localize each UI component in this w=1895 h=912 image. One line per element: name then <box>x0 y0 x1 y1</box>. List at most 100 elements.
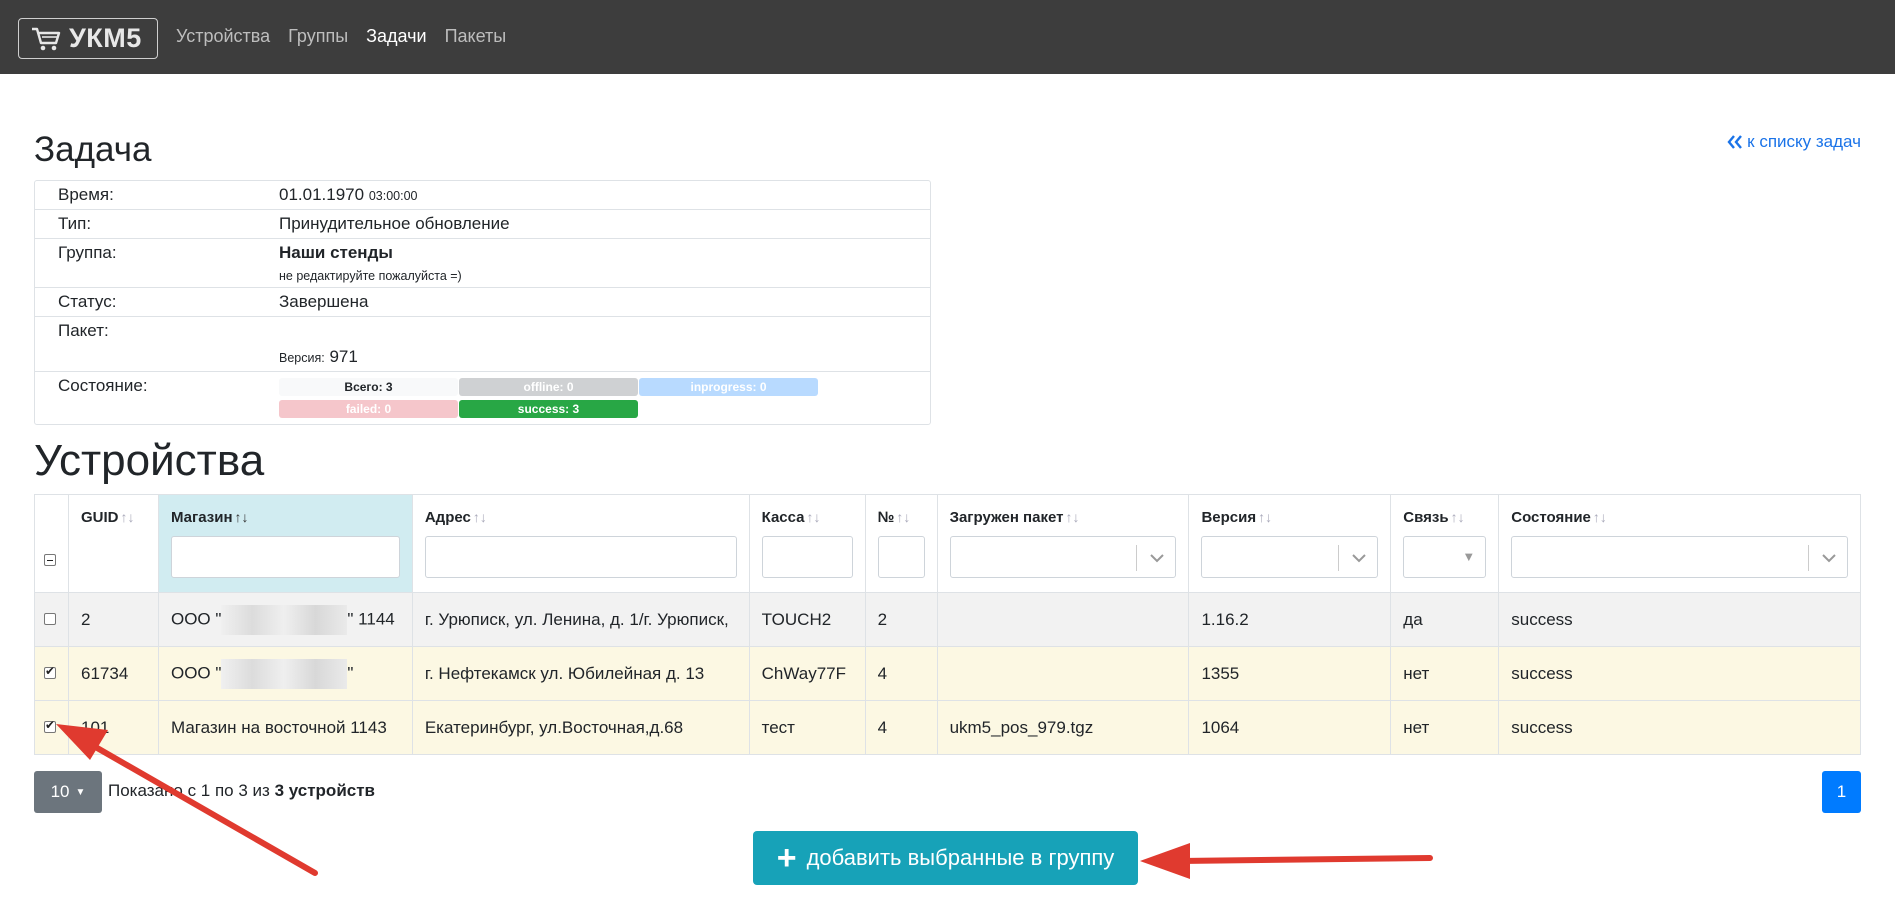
select-all-checkbox[interactable] <box>44 554 56 566</box>
brand-name: УКМ5 <box>69 23 142 53</box>
state-success-badge: success: 3 <box>459 400 638 418</box>
info-row-group: Группа: Наши стенды не редактируйте пожа… <box>35 238 930 287</box>
pagination-info: Показано с 1 по 3 из 3 устройств <box>108 781 376 800</box>
cell-package <box>936 592 1190 647</box>
col-version[interactable]: Версия ↑↓ <box>1188 494 1392 593</box>
add-selected-to-group-button[interactable]: + добавить выбранные в группу <box>753 831 1138 885</box>
col-state[interactable]: Состояние ↑↓ <box>1498 494 1861 593</box>
version-value: 971 <box>329 347 358 366</box>
version-label: Версия: <box>279 351 325 365</box>
row-checkbox[interactable] <box>44 612 56 625</box>
state-offline-badge: offline: 0 <box>459 378 638 396</box>
back-link-label: к списку задач <box>1747 132 1861 151</box>
group-note: не редактируйте пожалуйста =) <box>279 269 462 283</box>
cell-shop: Магазин на восточной 1143 <box>157 700 413 755</box>
info-row-time: Время: 01.01.1970 03:00:00 <box>35 181 930 209</box>
group-label: Группа: <box>58 243 117 262</box>
sort-icon: ↑↓ <box>1450 509 1465 525</box>
chevron-down-icon <box>1352 554 1366 563</box>
cell-cashbox: ChWay77F <box>748 646 866 701</box>
sort-icon: ↑↓ <box>1592 509 1607 525</box>
sort-icon: ↑↓ <box>806 509 821 525</box>
nav-item-tasks[interactable]: Задачи <box>366 26 426 47</box>
info-row-status: Статус: Завершена <box>35 287 930 316</box>
chevron-down-icon <box>1822 554 1836 563</box>
navbar: УКМ5 Устройства Группы Задачи Пакеты <box>0 0 1895 74</box>
time-clock: 03:00:00 <box>368 189 418 203</box>
info-row-package: Пакет: Версия: 971 <box>35 316 930 371</box>
sort-icon: ↑↓ <box>896 509 911 525</box>
status-label: Статус: <box>58 292 117 311</box>
cell-address: г. Нефтекамск ул. Юбилейная д. 13 <box>411 646 750 701</box>
status-value: Завершена <box>279 292 369 311</box>
state-inprogress-badge: inprogress: 0 <box>639 378 818 396</box>
col-link[interactable]: Связь ↑↓ ▼ <box>1390 494 1500 593</box>
state-label: Состояние: <box>58 376 148 395</box>
nav-item-packages[interactable]: Пакеты <box>445 26 507 47</box>
table-row[interactable]: 101 Магазин на восточной 1143 Екатеринбу… <box>34 700 1861 755</box>
sort-icon: ↑↓ <box>1258 509 1273 525</box>
shopping-cart-icon <box>32 27 61 50</box>
cell-state: success <box>1498 646 1861 701</box>
cell-link: нет <box>1390 646 1500 701</box>
shop-filter-input[interactable] <box>170 536 400 578</box>
redacted-area <box>221 658 348 689</box>
table-row[interactable]: 61734 ООО "" г. Нефтекамск ул. Юбилейная… <box>34 646 1861 701</box>
sort-icon: ↑↓ <box>234 509 249 525</box>
arrow-to-add-button <box>1140 843 1433 879</box>
col-num[interactable]: № ↑↓ <box>864 494 938 593</box>
cell-shop: ООО " " 1144 <box>157 592 413 647</box>
brand-logo[interactable]: УКМ5 <box>18 18 158 59</box>
devices-table: GUID ↑↓ Магазин ↑↓ Адрес ↑↓ Касса ↑↓ № ↑↓ Заг… <box>34 494 1861 755</box>
nav-item-devices[interactable]: Устройства <box>176 26 270 47</box>
state-progress: Всего: 3 offline: 0 inprogress: 0 failed… <box>279 376 930 420</box>
cell-num: 4 <box>864 646 938 701</box>
caret-down-icon: ▼ <box>1462 549 1476 564</box>
cell-version: 1.16.2 <box>1188 592 1392 647</box>
table-row[interactable]: 2 ООО " " 1144 г. Урюписк, ул. Ленина, д.… <box>34 592 1861 647</box>
cell-link: да <box>1390 592 1500 647</box>
page-size-dropdown[interactable]: 10 ▼ <box>34 771 102 813</box>
col-shop[interactable]: Магазин ↑↓ <box>157 494 413 593</box>
cell-num: 2 <box>864 592 938 647</box>
sort-icon: ↑↓ <box>1065 509 1080 525</box>
info-row-type: Тип: Принудительное обновление <box>35 209 930 238</box>
type-value: Принудительное обновление <box>279 214 510 233</box>
cell-package <box>936 646 1190 701</box>
cell-state: success <box>1498 700 1861 755</box>
link-filter-select[interactable]: ▼ <box>1403 536 1487 578</box>
cell-state: success <box>1498 592 1861 647</box>
caret-down-icon: ▼ <box>75 786 86 798</box>
double-chevron-left-icon <box>1727 135 1743 149</box>
row-checkbox[interactable] <box>44 718 56 733</box>
col-cashbox[interactable]: Касса ↑↓ <box>748 494 866 593</box>
version-filter-select[interactable] <box>1201 536 1379 578</box>
package-filter-select[interactable] <box>949 536 1177 578</box>
nav-menu: Устройства Группы Задачи Пакеты <box>176 26 506 47</box>
col-guid[interactable]: GUID ↑↓ <box>68 494 159 593</box>
cashbox-filter-input[interactable] <box>761 536 853 578</box>
package-label: Пакет: <box>58 321 109 340</box>
state-filter-select[interactable] <box>1511 536 1848 578</box>
cell-cashbox: тест <box>748 700 866 755</box>
state-failed-badge: failed: 0 <box>279 400 458 418</box>
address-filter-input[interactable] <box>424 536 737 578</box>
info-row-state: Состояние: Всего: 3 offline: 0 inprogres… <box>35 371 930 424</box>
col-address[interactable]: Адрес ↑↓ <box>411 494 750 593</box>
page-button-1[interactable]: 1 <box>1822 771 1861 813</box>
cell-link: нет <box>1390 700 1500 755</box>
sort-icon: ↑↓ <box>472 509 487 525</box>
back-to-tasks-link[interactable]: к списку задач <box>1727 132 1861 152</box>
redacted-area <box>221 604 348 635</box>
nav-item-groups[interactable]: Группы <box>288 26 348 47</box>
devices-title: Устройства <box>34 436 265 485</box>
cell-address: г. Урюписк, ул. Ленина, д. 1/г. Урюписк, <box>411 592 750 647</box>
row-checkbox[interactable] <box>44 664 56 679</box>
plus-icon: + <box>776 839 797 877</box>
cell-guid: 61734 <box>68 646 159 701</box>
col-package[interactable]: Загружен пакет ↑↓ <box>936 494 1190 593</box>
num-filter-input[interactable] <box>877 536 925 578</box>
cell-num: 4 <box>864 700 938 755</box>
task-info-table: Время: 01.01.1970 03:00:00 Тип: Принудит… <box>34 180 931 425</box>
type-label: Тип: <box>58 214 92 233</box>
